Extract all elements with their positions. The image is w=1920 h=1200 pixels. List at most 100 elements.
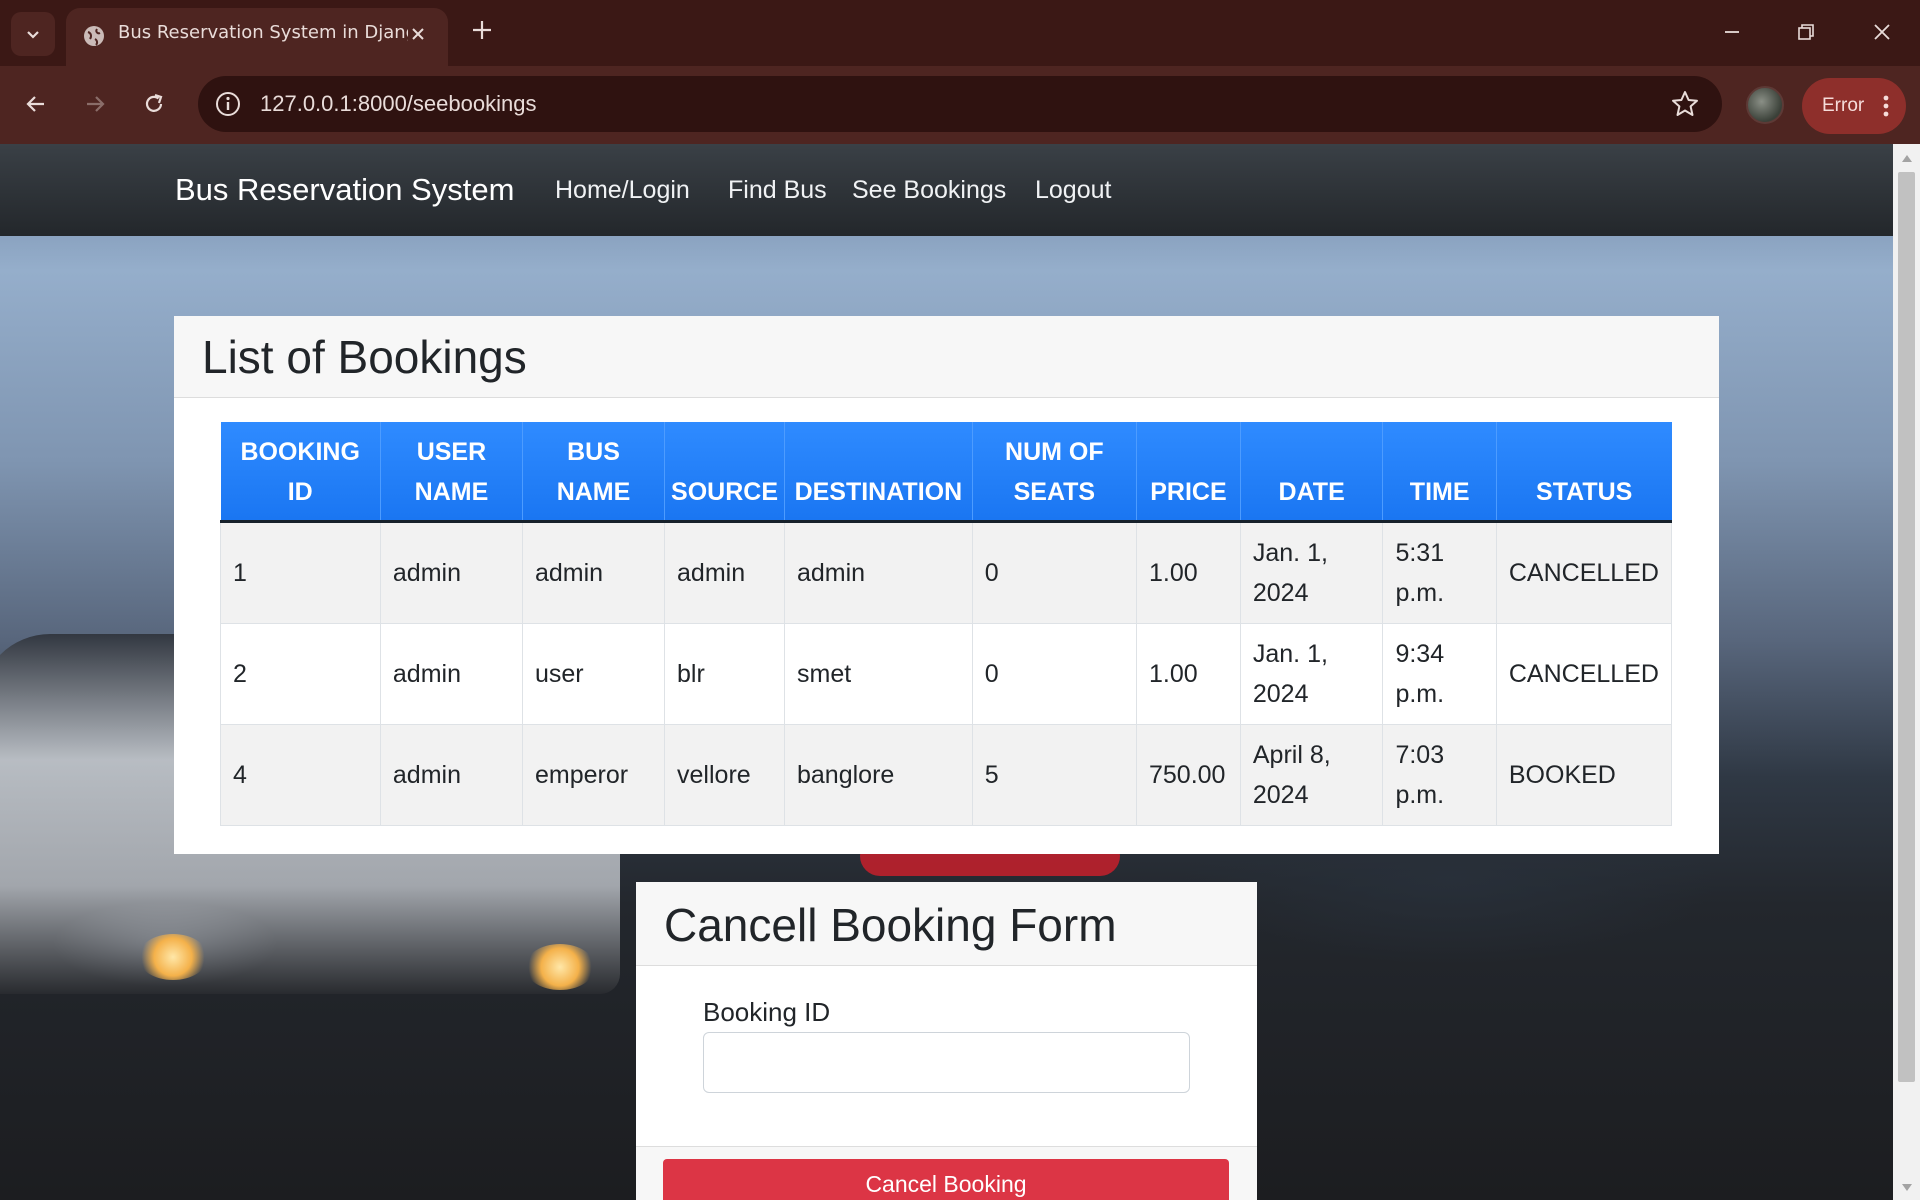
reload-button[interactable] [134,84,174,124]
cell-date: April 8, 2024 [1239,724,1383,826]
scrollbar-thumb[interactable] [1898,172,1915,1082]
browser-tab[interactable]: Bus Reservation System in Django [66,8,448,66]
tab-search-button[interactable] [11,12,55,56]
close-icon [1874,24,1890,40]
cell-destination: smet [784,623,973,725]
url-text: 127.0.0.1:8000/seebookings [260,91,537,116]
new-tab-button[interactable] [468,16,496,44]
column-header-booking-id[interactable]: BOOKING ID [220,422,381,523]
profile-avatar[interactable] [1746,86,1784,124]
cell-booking-id: 4 [220,724,381,826]
browser-toolbar: 127.0.0.1:8000/seebookings Error [0,66,1920,144]
chevron-down-icon [27,31,39,39]
restore-button[interactable] [1788,14,1824,50]
column-header-date[interactable]: DATE [1239,422,1383,523]
page-scrollbar[interactable] [1893,144,1920,1200]
column-header-time[interactable]: TIME [1382,422,1497,523]
error-label: Error [1822,95,1865,116]
column-header-destination[interactable]: DESTINATION [784,422,973,523]
arrow-left-icon [26,96,44,112]
browser-tab-bar: Bus Reservation System in Django [0,0,1920,66]
scroll-down-arrow[interactable] [1899,1180,1914,1195]
cell-price: 1.00 [1135,623,1241,725]
table-row: 1 admin admin admin admin 0 1.00 Jan. 1,… [220,521,1673,624]
cell-status: CANCELLED [1495,521,1673,624]
bookings-title: List of Bookings [202,331,527,383]
column-header-num-of-seats[interactable]: NUM OF SEATS [971,422,1137,523]
globe-icon [84,26,104,46]
booking-id-label: Booking ID [703,997,831,1027]
cell-num-seats: 0 [971,521,1137,624]
table-row: 2 admin user blr smet 0 1.00 Jan. 1, 2024… [220,623,1673,725]
minimize-button[interactable] [1714,14,1750,50]
cell-num-seats: 5 [971,724,1137,826]
triangle-up-icon [1901,154,1912,162]
cell-source: blr [664,623,785,725]
nav-logout[interactable]: Logout [1035,144,1111,236]
cell-user-name: admin [379,623,523,725]
cell-bus-name: user [521,623,665,725]
bookings-table: BOOKING ID USER NAME BUS NAME SOURCE DESTIN… [220,422,1673,826]
close-icon [412,28,424,40]
info-icon[interactable] [214,90,242,118]
cancel-form-title: Cancell Booking Form [664,899,1117,951]
cell-status: CANCELLED [1495,623,1673,725]
back-button[interactable] [16,84,56,124]
address-bar[interactable]: 127.0.0.1:8000/seebookings [198,76,1722,132]
column-header-bus-name[interactable]: BUS NAME [521,422,665,523]
cancel-booking-card: Cancell Booking Form Booking ID Cancel B… [636,882,1257,1200]
cell-price: 1.00 [1135,521,1241,624]
scroll-up-arrow[interactable] [1899,150,1914,165]
cell-num-seats: 0 [971,623,1137,725]
bus-headlight [138,934,208,980]
cell-booking-id: 2 [220,623,381,725]
cancel-card-footer: Cancel Booking [636,1146,1257,1200]
minimize-icon [1725,31,1739,33]
tab-close-button[interactable] [406,22,430,46]
cell-status: BOOKED [1495,724,1673,826]
tab-title: Bus Reservation System in Django [118,22,408,43]
cell-date: Jan. 1, 2024 [1239,521,1383,624]
nav-find-bus[interactable]: Find Bus [728,144,827,236]
cell-user-name: admin [379,521,523,624]
column-header-status[interactable]: STATUS [1495,422,1672,523]
error-button[interactable]: Error [1802,78,1906,134]
close-window-button[interactable] [1864,14,1900,50]
more-vert-icon [1883,95,1889,117]
table-header-row: BOOKING ID USER NAME BUS NAME SOURCE DESTIN… [220,422,1672,523]
column-header-source[interactable]: SOURCE [664,422,785,523]
bus-headlight [525,944,595,990]
forward-button[interactable] [75,84,115,124]
nav-see-bookings[interactable]: See Bookings [852,144,1006,236]
cancel-card-header: Cancell Booking Form [636,882,1257,966]
cell-source: admin [664,521,785,624]
bookings-card: List of Bookings BOOKING ID USER NAME BUS N… [174,316,1719,854]
arrow-right-icon [87,96,105,112]
cell-user-name: admin [379,724,523,826]
bookings-card-header: List of Bookings [174,316,1719,398]
cell-booking-id: 1 [220,521,381,624]
star-icon[interactable] [1670,89,1700,119]
restore-icon [1798,24,1814,40]
plus-icon [473,21,491,39]
site-navbar: Bus Reservation System Home/Login Find B… [0,144,1893,236]
cell-source: vellore [664,724,785,826]
cell-time: 9:34 p.m. [1382,623,1497,725]
column-header-price[interactable]: PRICE [1135,422,1241,523]
cell-destination: admin [784,521,973,624]
cell-time: 5:31 p.m. [1382,521,1497,624]
cell-price: 750.00 [1135,724,1241,826]
table-row: 4 admin emperor vellore banglore 5 750.0… [220,724,1673,826]
cancel-booking-button[interactable]: Cancel Booking [663,1159,1229,1200]
page-viewport: Bus Reservation System Home/Login Find B… [0,144,1893,1200]
cell-time: 7:03 p.m. [1382,724,1497,826]
booking-id-input[interactable] [703,1032,1190,1093]
reload-icon [145,93,163,112]
cell-bus-name: emperor [521,724,665,826]
column-header-user-name[interactable]: USER NAME [379,422,523,523]
cell-bus-name: admin [521,521,665,624]
triangle-down-icon [1901,1183,1912,1191]
site-brand[interactable]: Bus Reservation System [175,144,514,236]
cell-date: Jan. 1, 2024 [1239,623,1383,725]
nav-home-login[interactable]: Home/Login [555,144,690,236]
